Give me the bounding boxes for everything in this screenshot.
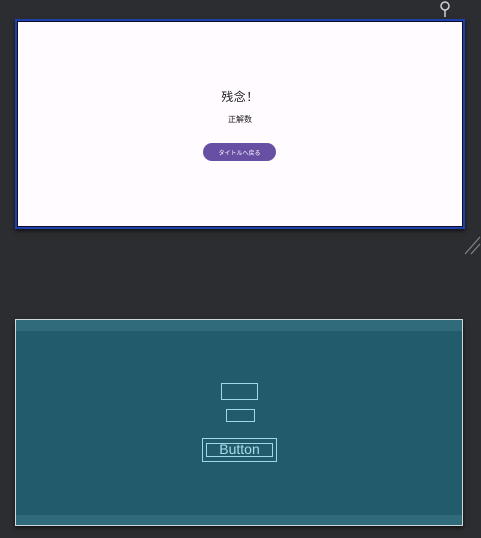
pin-icon[interactable] <box>438 0 452 18</box>
blueprint-button-label: Button <box>219 441 260 457</box>
correct-count-label: 正解数 <box>228 115 252 124</box>
blueprint-subtitle-outline[interactable] <box>226 409 255 422</box>
blueprint-bottom-band <box>16 515 462 525</box>
blueprint-button-outline[interactable]: Button <box>202 438 277 462</box>
design-preview-frame[interactable]: 残念！ 正解数 タイトルへ戻る <box>15 19 465 229</box>
resize-handle-icon[interactable] <box>464 235 481 255</box>
blueprint-preview-frame[interactable]: Button <box>15 319 463 526</box>
back-to-title-button[interactable]: タイトルへ戻る <box>203 143 276 161</box>
blueprint-top-band <box>16 320 462 331</box>
result-title: 残念！ <box>221 90 259 104</box>
blueprint-title-outline[interactable] <box>221 383 258 400</box>
